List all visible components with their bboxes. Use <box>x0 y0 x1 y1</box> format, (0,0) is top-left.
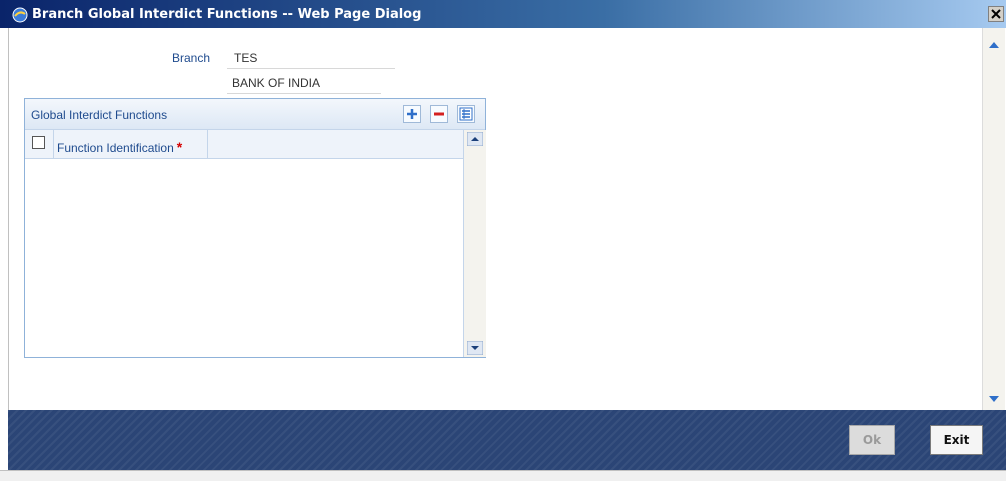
close-icon <box>991 9 1001 19</box>
list-view-icon <box>459 107 473 121</box>
panel-title: Global Interdict Functions <box>31 108 168 122</box>
panel-header: Global Interdict Functions <box>25 99 485 130</box>
column-divider <box>207 130 208 158</box>
dialog-footer: Ok Exit <box>8 410 1006 470</box>
branch-name-underline <box>227 93 381 94</box>
browser-icon <box>12 7 28 23</box>
column-header-label: Function Identification <box>57 141 174 155</box>
scroll-down-arrow-icon[interactable] <box>986 392 1002 406</box>
scroll-up-arrow-icon[interactable] <box>467 132 483 146</box>
add-row-button[interactable] <box>403 105 421 123</box>
column-divider <box>53 130 54 158</box>
select-all-checkbox[interactable] <box>32 136 45 149</box>
branch-code-underline <box>227 68 395 69</box>
minus-icon <box>434 112 444 116</box>
scroll-down-arrow-icon[interactable] <box>467 341 483 355</box>
delete-row-button[interactable] <box>430 105 448 123</box>
dialog-vertical-scrollbar[interactable] <box>982 28 1005 410</box>
dialog-title: Branch Global Interdict Functions -- Web… <box>32 7 422 22</box>
plus-icon <box>407 109 417 119</box>
global-interdict-functions-panel: Global Interdict Functions Function Iden… <box>24 98 486 358</box>
scroll-up-arrow-icon[interactable] <box>986 38 1002 52</box>
grid-vertical-scrollbar[interactable] <box>463 130 486 357</box>
branch-code-field: TES <box>234 51 258 65</box>
ok-button[interactable]: Ok <box>849 425 895 455</box>
status-strip <box>0 470 1006 481</box>
branch-label: Branch <box>172 51 211 65</box>
branch-name-field: BANK OF INDIA <box>232 76 321 90</box>
single-view-button[interactable] <box>457 105 475 123</box>
close-button[interactable] <box>988 6 1004 22</box>
exit-button[interactable]: Exit <box>930 425 983 455</box>
column-header-function-identification[interactable]: Function Identification * <box>57 139 182 155</box>
dialog-title-bar: Branch Global Interdict Functions -- Web… <box>0 0 1006 28</box>
grid-header-row: Function Identification * <box>25 130 463 159</box>
required-marker: * <box>176 139 183 155</box>
